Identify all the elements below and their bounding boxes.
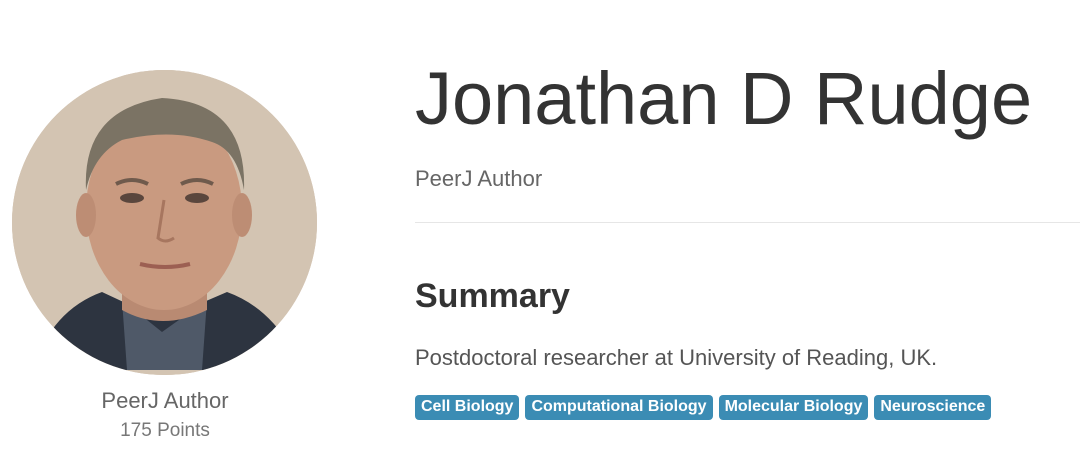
profile-sidebar: PeerJ Author 175 Points: [0, 0, 330, 464]
tag-neuroscience[interactable]: Neuroscience: [874, 395, 992, 420]
tag-cell-biology[interactable]: Cell Biology: [415, 395, 520, 420]
author-profile-page: PeerJ Author 175 Points Jonathan D Rudge…: [0, 0, 1080, 464]
profile-photo-icon: [12, 70, 317, 375]
author-name: Jonathan D Rudge: [415, 57, 1033, 140]
tag-molecular-biology[interactable]: Molecular Biology: [718, 395, 869, 420]
summary-text: Postdoctoral researcher at University of…: [415, 345, 938, 370]
points-label: 175 Points: [120, 420, 210, 441]
divider: [415, 222, 1080, 223]
profile-main: Jonathan D Rudge PeerJ Author Summary Po…: [415, 0, 1080, 464]
summary-heading: Summary: [415, 277, 570, 315]
tag-computational-biology[interactable]: Computational Biology: [525, 395, 713, 420]
author-subtitle: PeerJ Author: [415, 166, 543, 191]
subject-tags: Cell Biology Computational Biology Molec…: [415, 395, 992, 420]
avatar: [12, 70, 317, 375]
role-label: PeerJ Author: [101, 388, 229, 413]
